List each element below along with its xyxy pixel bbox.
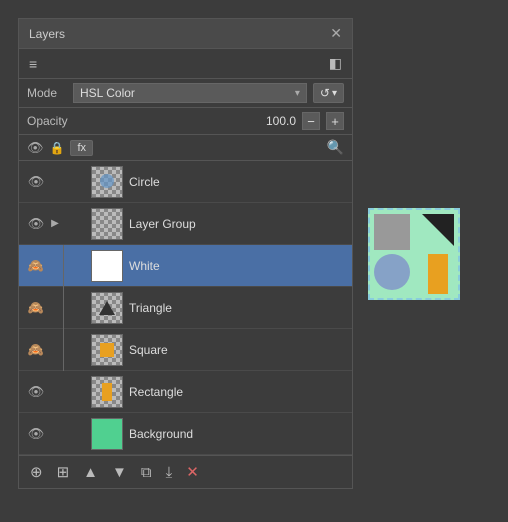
eye-hidden-icon: 🙈 (28, 342, 44, 358)
move-down-btn[interactable]: ▼ (107, 461, 132, 484)
panel-menu-btn[interactable]: ◧ (325, 53, 346, 74)
layer-thumb-white (91, 250, 123, 282)
icon-toolbar: ≡ ◧ (19, 49, 352, 79)
layer-item-group[interactable]: 👁 ▶ Layer Group (19, 203, 352, 245)
opacity-minus-btn[interactable]: − (302, 112, 320, 130)
visibility-filter-icon[interactable]: 👁 (27, 140, 44, 156)
search-icon[interactable]: 🔍 (327, 139, 344, 156)
mode-label: Mode (27, 86, 67, 100)
layer-name-group: Layer Group (129, 217, 346, 231)
mode-select[interactable]: HSL Color ▾ (73, 83, 307, 103)
eye-icon: 👁 (28, 426, 45, 442)
bottom-toolbar: ⊕ ⊞ ▲ ▼ ⧉ ⤓ ✕ (19, 455, 352, 488)
opacity-label: Opacity (27, 114, 77, 128)
layer-name-circle: Circle (129, 175, 346, 189)
duplicate-btn[interactable]: ⧉ (136, 461, 157, 484)
layer-thumb-background (91, 418, 123, 450)
layer-name-triangle: Triangle (129, 301, 346, 315)
new-group-btn[interactable]: ⊞ (52, 460, 75, 484)
delete-btn[interactable]: ✕ (181, 460, 204, 484)
layer-thumb-square (91, 334, 123, 366)
layer-name-background: Background (129, 427, 346, 441)
reset-icon: ↺ (320, 86, 330, 100)
layer-item-rectangle[interactable]: 👁 Rectangle (19, 371, 352, 413)
mode-dropdown-arrow: ▾ (295, 88, 300, 99)
mode-row: Mode HSL Color ▾ ↺ ▾ (19, 79, 352, 108)
reset-mode-btn[interactable]: ↺ ▾ (313, 83, 344, 103)
layer-item-background[interactable]: 👁 Background (19, 413, 352, 455)
mode-value: HSL Color (80, 86, 295, 100)
merge-btn[interactable]: ⤓ (161, 461, 178, 484)
layer-thumb-triangle (91, 292, 123, 324)
move-up-btn[interactable]: ▲ (78, 461, 103, 484)
layer-visibility-group[interactable]: 👁 (25, 216, 47, 232)
layer-item-square[interactable]: 🙈 Square (19, 329, 352, 371)
eye-icon: 👁 (28, 216, 45, 232)
preview-svg (370, 210, 458, 298)
opacity-value[interactable]: 100.0 (83, 114, 296, 128)
layer-thumb-circle (91, 166, 123, 198)
layer-visibility-square[interactable]: 🙈 (25, 342, 47, 358)
opacity-plus-btn[interactable]: + (326, 112, 344, 130)
layer-item-white[interactable]: 🙈 White (19, 245, 352, 287)
layer-visibility-triangle[interactable]: 🙈 (25, 300, 47, 316)
layer-visibility-circle[interactable]: 👁 (25, 174, 47, 190)
eye-hidden-icon: 🙈 (28, 300, 44, 316)
layers-icon-btn[interactable]: ≡ (25, 54, 41, 74)
filter-row: 👁 🔒 fx 🔍 (19, 135, 352, 161)
reset-arrow: ▾ (332, 88, 337, 99)
lock-filter-icon[interactable]: 🔒 (50, 141, 65, 155)
layer-name-square: Square (129, 343, 346, 357)
opacity-row: Opacity 100.0 − + (19, 108, 352, 135)
layer-thumb-group (91, 208, 123, 240)
eye-icon: 👁 (28, 174, 45, 190)
eye-icon: 👁 (28, 384, 45, 400)
close-button[interactable]: ✕ (330, 25, 342, 42)
preview-area (368, 208, 460, 300)
layer-thumb-rectangle (91, 376, 123, 408)
layer-name-white: White (129, 259, 346, 273)
layer-visibility-white[interactable]: 🙈 (25, 258, 47, 274)
layer-visibility-background[interactable]: 👁 (25, 426, 47, 442)
layer-item[interactable]: 👁 Circle (19, 161, 352, 203)
layer-name-rectangle: Rectangle (129, 385, 346, 399)
layer-item-triangle[interactable]: 🙈 Triangle (19, 287, 352, 329)
eye-hidden-icon: 🙈 (28, 258, 44, 274)
panel-title-bar: Layers ✕ (19, 19, 352, 49)
expand-icon[interactable]: ▶ (51, 218, 59, 229)
new-layer-btn[interactable]: ⊕ (25, 460, 48, 484)
fx-button[interactable]: fx (70, 140, 93, 156)
layers-list: 👁 Circle 👁 ▶ (19, 161, 352, 455)
panel-title: Layers (29, 27, 65, 41)
layer-visibility-rectangle[interactable]: 👁 (25, 384, 47, 400)
